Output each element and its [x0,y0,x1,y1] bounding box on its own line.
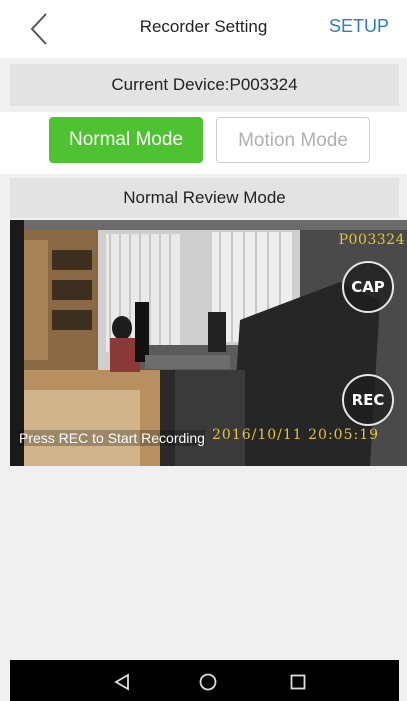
record-button[interactable]: REC [342,374,394,426]
nav-home-button[interactable] [198,672,218,692]
triangle-back-icon [114,673,129,691]
system-nav-bar [10,660,399,701]
nav-recent-button[interactable] [288,672,308,692]
capture-button[interactable]: CAP [342,261,394,313]
empty-content-area [10,466,399,660]
normal-mode-button[interactable]: Normal Mode [49,117,203,163]
mode-selector: Normal Mode Motion Mode [0,112,407,174]
top-bar: Recorder Setting SETUP [0,0,407,58]
camera-name-overlay: P003324 [338,232,405,248]
motion-mode-button[interactable]: Motion Mode [216,117,370,163]
nav-back-button[interactable] [112,672,132,692]
review-mode-label: Normal Review Mode [10,178,399,218]
timestamp-overlay: 2016/10/11 20:05:19 [212,427,380,443]
circle-home-icon [199,673,217,691]
live-video-view[interactable]: P003324 CAP REC Press REC to Start Recor… [10,220,407,466]
record-hint: Press REC to Start Recording [19,430,205,446]
setup-button[interactable]: SETUP [329,16,389,37]
current-device-label: Current Device:P003324 [10,64,399,106]
square-recent-icon [290,674,306,690]
